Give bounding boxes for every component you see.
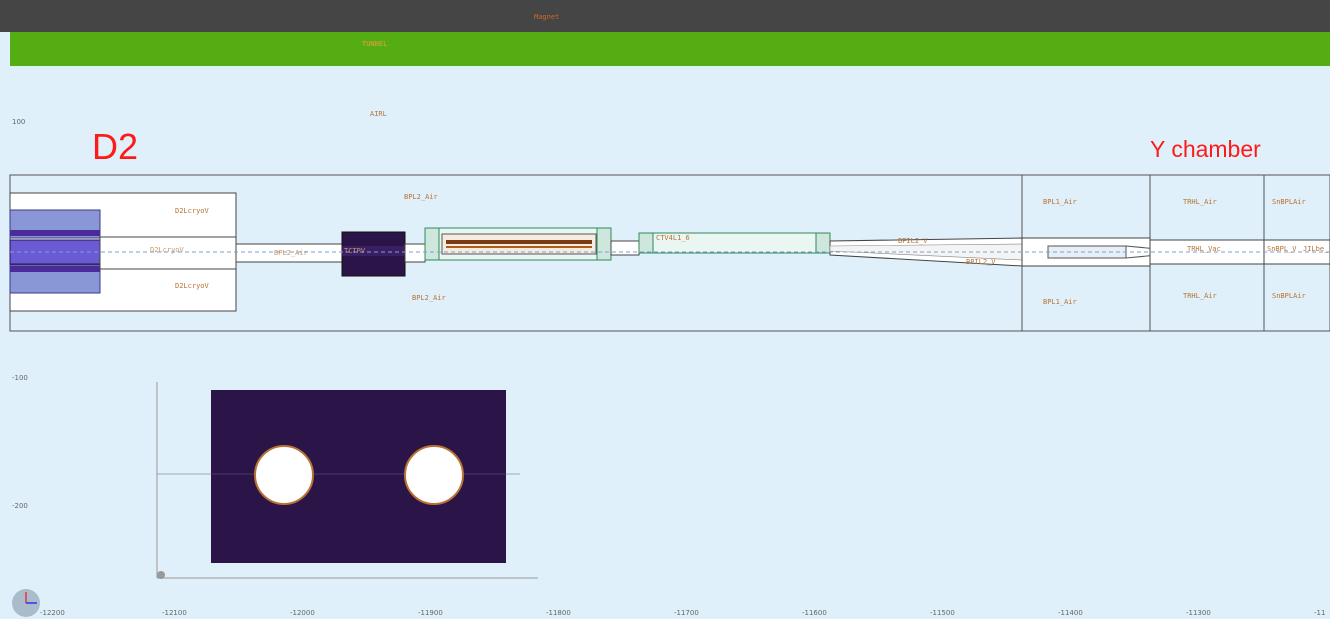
x-tick-label: -12100: [162, 609, 187, 617]
bpl2-air-label-mid: BPL2_Air: [274, 249, 308, 257]
bpl2-air-label-top: BPL2_Air: [404, 193, 438, 201]
x-tick-label: -11700: [674, 609, 699, 617]
absorber-jaw-core: [446, 246, 592, 248]
ctv-label: CTV4L1_6: [656, 234, 690, 242]
beam-pipe-3: [610, 240, 640, 256]
geometry-viewer: Magnet TUNNEL AIRL D2LcryoV D2LcryoV D2L…: [0, 0, 1330, 619]
x-tick-label: -11900: [418, 609, 443, 617]
d2-coil-bottom-inner: [10, 266, 100, 272]
bpil2-v-label-bottom: BPIL2_V: [966, 258, 996, 266]
x-tick-label: -11800: [546, 609, 571, 617]
y-chamber-annotation: Y chamber: [1150, 136, 1261, 162]
x-tick-label: -11600: [802, 609, 827, 617]
magnet-label: Magnet: [534, 13, 560, 21]
x-tick-label: -12000: [290, 609, 315, 617]
x-tick-label: -11300: [1186, 609, 1211, 617]
d2-annotation: D2: [92, 126, 139, 167]
d2-cryo-label-bottom: D2LcryoV: [175, 282, 209, 290]
geometry-drawing: [9, 174, 1330, 617]
x-tick-label: -12200: [40, 609, 65, 617]
aperture-right: [404, 445, 464, 505]
d2-cryo-label-mid: D2LcryoV: [150, 246, 184, 254]
x-tick-label: -11: [1314, 609, 1326, 617]
beam-pipe-2: [404, 243, 426, 263]
trhl-air-label-top: TRHL_Air: [1183, 198, 1217, 206]
x-tick-label: -11500: [930, 609, 955, 617]
snbpl-v-label: SnBPL_V: [1267, 245, 1297, 253]
y-tick-label: -200: [12, 502, 28, 510]
trhl-vac-label: TRHL_Vac: [1187, 245, 1221, 253]
y-tick-label: 100: [12, 118, 26, 126]
tct-label: TCTPV: [344, 247, 366, 255]
tunnel-label: TUNNEL: [362, 40, 388, 48]
d2-coil-top-inner: [10, 230, 100, 236]
bpl1-air-label-bottom: BPL1_Air: [1043, 298, 1077, 306]
x-tick-label: -11400: [1058, 609, 1083, 617]
snbpl-air-label-top: SnBPLAir: [1272, 198, 1306, 206]
jilbe-label: JILbe_: [1303, 245, 1329, 253]
bpl1-insert: [1047, 245, 1127, 259]
ctv-flange-left: [638, 232, 654, 254]
airl-label: AIRL: [370, 110, 387, 118]
ctv-flange-right: [815, 232, 831, 254]
y-tick-label: -100: [12, 374, 28, 382]
d2-cryo-label-top: D2LcryoV: [175, 207, 209, 215]
absorber-jaw-core: [446, 240, 592, 244]
inset-origin-dot: [157, 571, 165, 579]
bpl2-air-label-bottom: BPL2_Air: [412, 294, 446, 302]
absorber-flange-left: [424, 227, 440, 261]
aperture-left: [254, 445, 314, 505]
snbpl-air-label-bottom: SnBPLAir: [1272, 292, 1306, 300]
absorber-flange-right: [596, 227, 612, 261]
bpl1-air-label-top: BPL1_Air: [1043, 198, 1077, 206]
bpil2-v-label-top: BPIL2_V: [898, 237, 928, 245]
trhl-air-label-bottom: TRHL_Air: [1183, 292, 1217, 300]
